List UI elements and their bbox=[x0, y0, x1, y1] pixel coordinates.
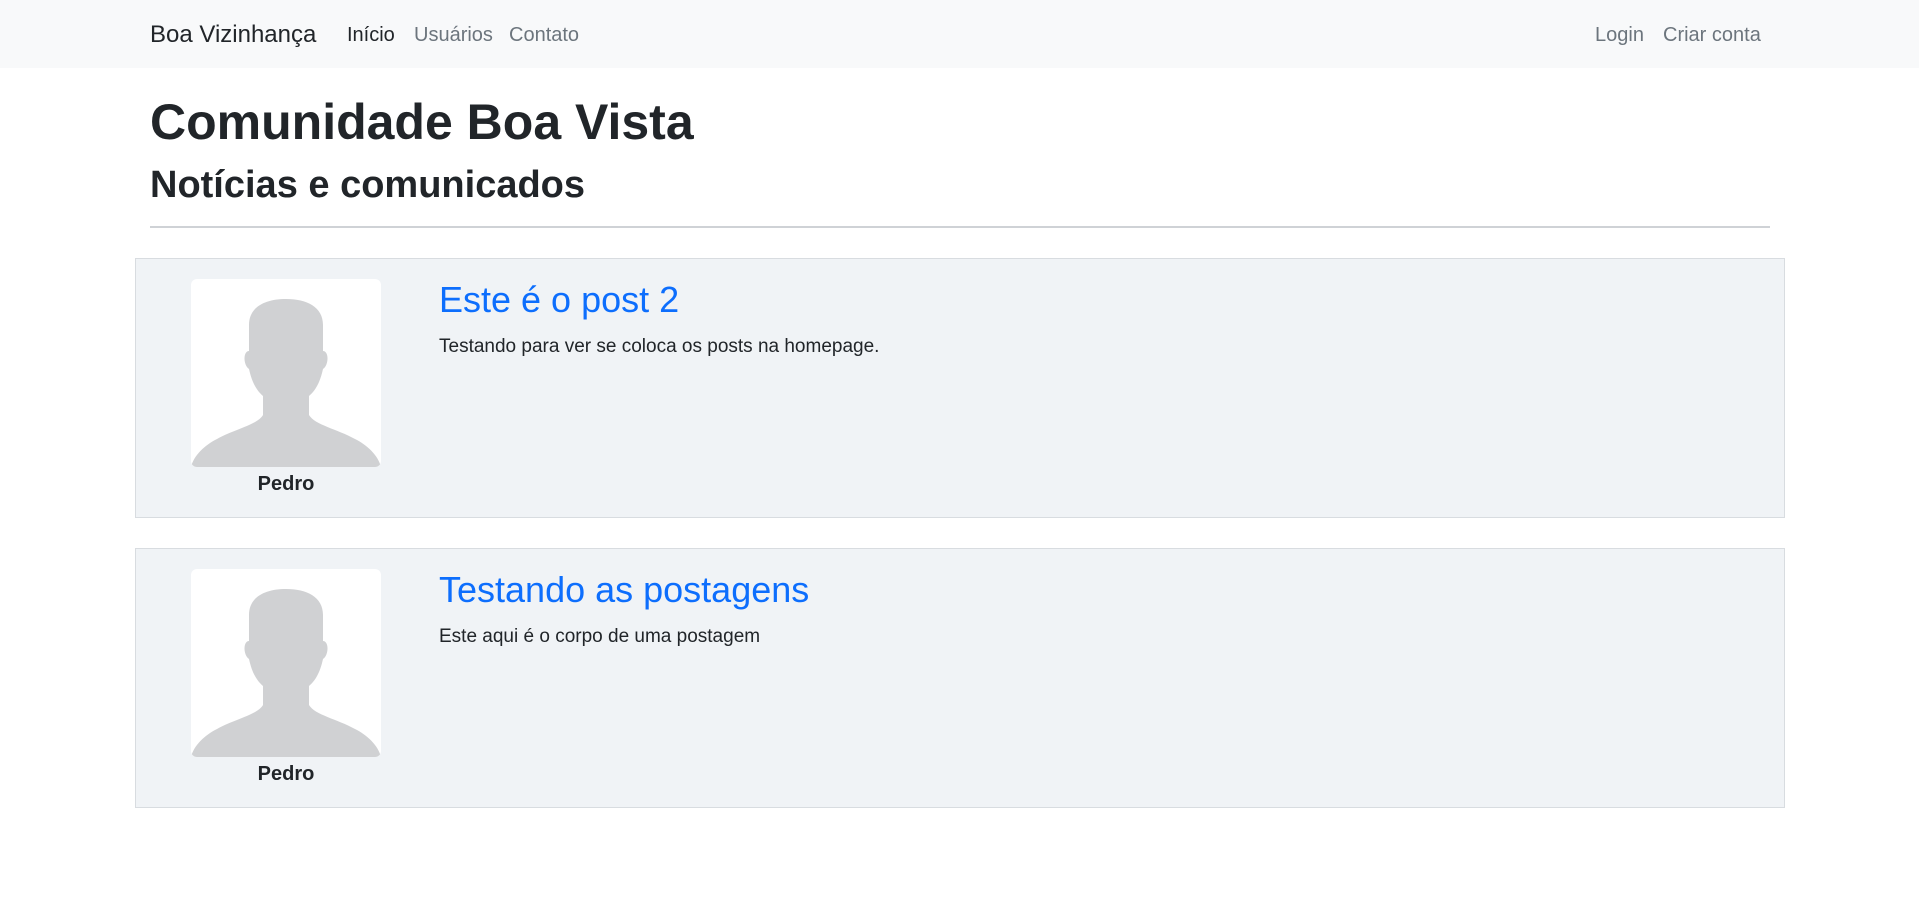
nav-link-contato[interactable]: Contato bbox=[509, 22, 579, 48]
header-divider bbox=[150, 226, 1770, 228]
nav-link-login[interactable]: Login bbox=[1595, 22, 1644, 48]
post-author: Pedro bbox=[257, 763, 315, 785]
post-card: Pedro Testando as postagens Este aqui é … bbox=[135, 548, 1785, 808]
author-avatar bbox=[191, 569, 381, 757]
default-user-avatar-icon bbox=[191, 589, 381, 757]
page-title: Comunidade Boa Vista bbox=[150, 94, 694, 150]
nav-link-inicio[interactable]: Início bbox=[347, 22, 395, 48]
post-title-link[interactable]: Este é o post 2 bbox=[439, 277, 679, 323]
nav-link-usuarios[interactable]: Usuários bbox=[414, 22, 493, 48]
post-title-link[interactable]: Testando as postagens bbox=[439, 567, 809, 613]
page-subtitle: Notícias e comunicados bbox=[150, 164, 586, 206]
post-body: Este aqui é o corpo de uma postagem bbox=[439, 626, 761, 647]
author-avatar bbox=[191, 279, 381, 467]
post-author: Pedro bbox=[257, 473, 315, 495]
brand-link[interactable]: Boa Vizinhança bbox=[150, 20, 316, 50]
default-user-avatar-icon bbox=[191, 299, 381, 467]
post-card: Pedro Este é o post 2 Testando para ver … bbox=[135, 258, 1785, 518]
post-body: Testando para ver se coloca os posts na … bbox=[439, 336, 880, 357]
top-navbar: Boa Vizinhança Início Usuários Contato L… bbox=[0, 0, 1919, 68]
nav-link-criar-conta[interactable]: Criar conta bbox=[1663, 22, 1761, 48]
